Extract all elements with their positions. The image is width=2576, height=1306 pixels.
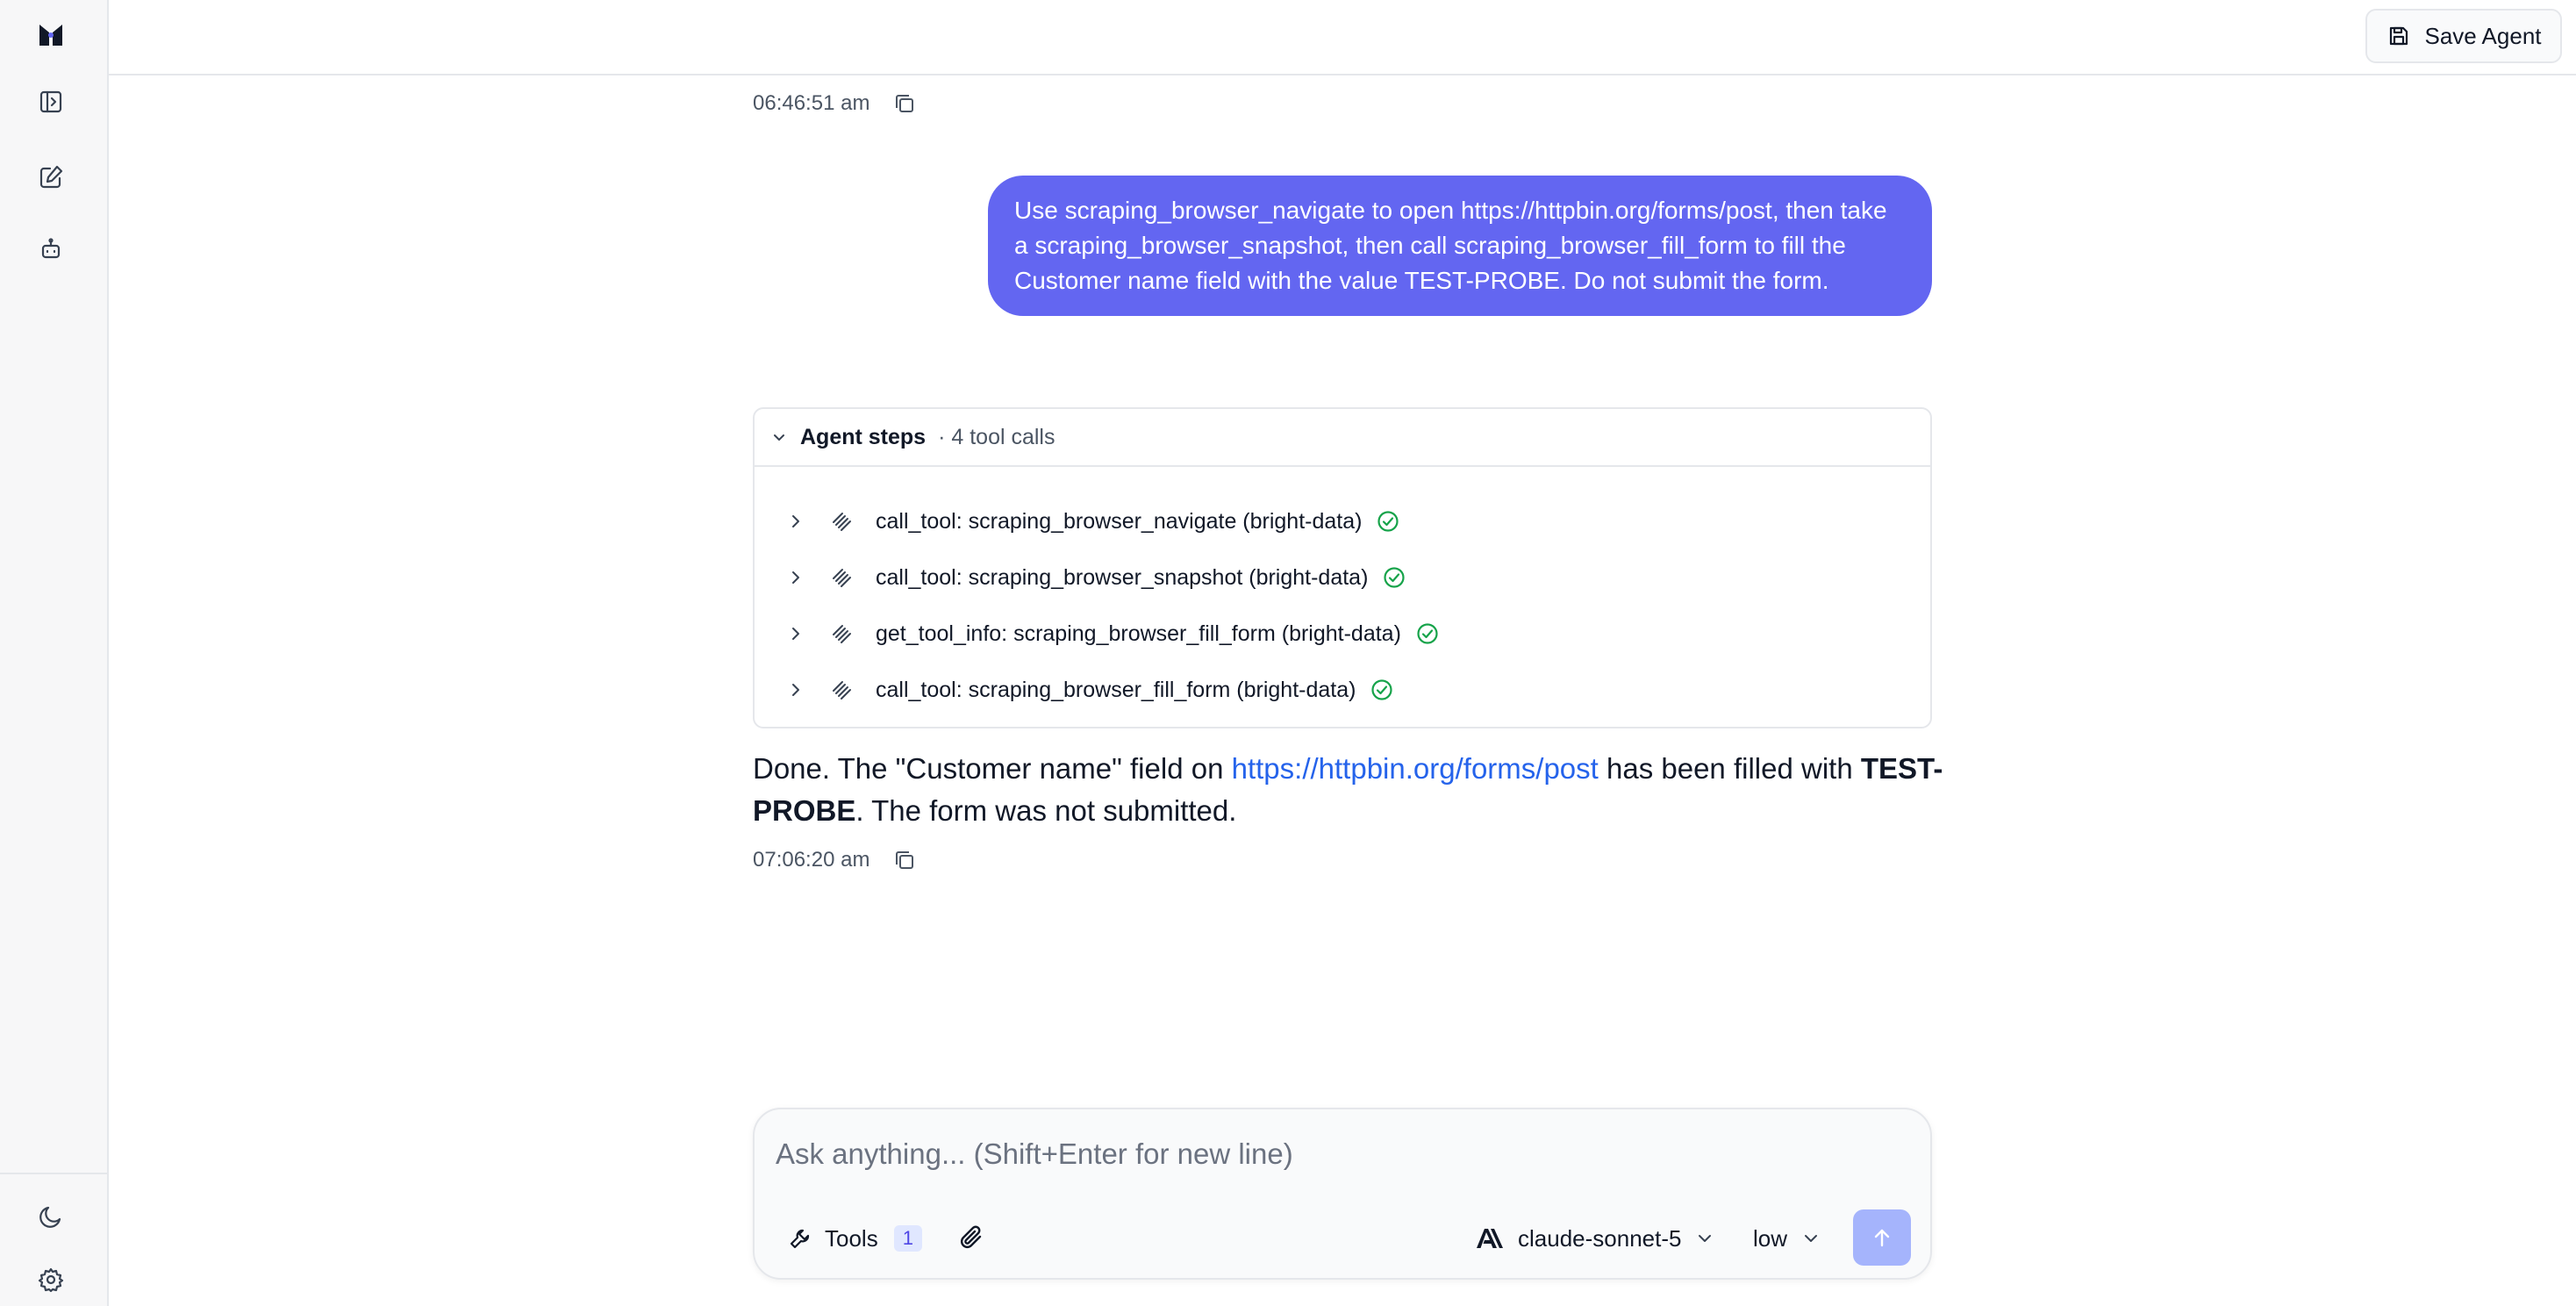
send-button[interactable] xyxy=(1853,1209,1911,1266)
tool-call-icon xyxy=(833,569,851,587)
effort-selector[interactable]: low xyxy=(1753,1216,1821,1260)
message-timestamp: 06:46:51 am xyxy=(753,91,917,116)
user-message-bubble: Use scraping_browser_navigate to open ht… xyxy=(988,176,1932,316)
reply-link[interactable]: https://httpbin.org/forms/post xyxy=(1232,752,1599,785)
sidebar-divider xyxy=(0,1173,109,1174)
check-circle-icon xyxy=(1371,679,1393,700)
app-logo-icon[interactable] xyxy=(30,14,72,56)
save-agent-button[interactable]: Save Agent xyxy=(2365,9,2562,63)
model-name: claude-sonnet-5 xyxy=(1518,1224,1682,1252)
sidebar xyxy=(0,0,109,1306)
copy-icon[interactable] xyxy=(892,848,917,872)
agent-step-item[interactable]: get_tool_info: scraping_browser_fill_for… xyxy=(786,613,1440,655)
agent-steps-count: · 4 tool calls xyxy=(938,424,1055,449)
check-circle-icon xyxy=(1377,511,1399,532)
agent-step-item[interactable]: call_tool: scraping_browser_navigate (br… xyxy=(786,500,1400,542)
agent-step-label: call_tool: scraping_browser_fill_form (b… xyxy=(876,677,1356,702)
reply-text-1: Done. The "Customer name" field on xyxy=(753,752,1232,785)
chevron-right-icon[interactable] xyxy=(786,512,805,531)
check-circle-icon xyxy=(1384,567,1406,588)
agent-step-label: call_tool: scraping_browser_snapshot (br… xyxy=(876,564,1369,590)
tools-count-badge: 1 xyxy=(893,1225,922,1252)
effort-level: low xyxy=(1753,1224,1788,1252)
anthropic-logo-icon xyxy=(1477,1229,1503,1248)
agent-step-label: call_tool: scraping_browser_navigate (br… xyxy=(876,508,1363,534)
paperclip-icon[interactable] xyxy=(956,1222,988,1253)
chevron-right-icon[interactable] xyxy=(786,624,805,643)
chevron-right-icon[interactable] xyxy=(786,680,805,700)
agent-step-label: get_tool_info: scraping_browser_fill_for… xyxy=(876,621,1401,646)
arrow-up-icon xyxy=(1874,1229,1890,1247)
agent-step-item[interactable]: call_tool: scraping_browser_snapshot (br… xyxy=(786,556,1406,599)
message-timestamp: 07:06:20 am xyxy=(753,848,917,872)
check-circle-icon xyxy=(1417,623,1438,644)
agents-bot-icon[interactable] xyxy=(30,228,72,270)
gear-icon[interactable] xyxy=(30,1259,72,1301)
chat-input[interactable] xyxy=(776,1132,1907,1176)
new-chat-icon[interactable] xyxy=(30,156,72,198)
assistant-reply: Done. The "Customer name" field on https… xyxy=(753,748,1981,832)
agent-steps-header[interactable]: Agent steps · 4 tool calls xyxy=(755,409,1930,467)
save-agent-label: Save Agent xyxy=(2424,22,2542,49)
chevron-down-icon xyxy=(1699,1235,1712,1242)
agent-steps-title: Agent steps xyxy=(800,424,927,449)
chevron-right-icon[interactable] xyxy=(786,568,805,587)
save-icon xyxy=(2389,26,2408,46)
moon-icon[interactable] xyxy=(30,1195,72,1238)
copy-icon[interactable] xyxy=(892,91,917,116)
timestamp-text: 07:06:20 am xyxy=(753,848,870,872)
tool-call-icon xyxy=(833,513,851,531)
top-bar: Save Agent xyxy=(109,0,2576,75)
toggle-sidebar-icon[interactable] xyxy=(30,81,72,123)
reply-text-2: has been filled with xyxy=(1598,752,1861,785)
tools-label: Tools xyxy=(825,1224,878,1252)
model-selector[interactable]: claude-sonnet-5 xyxy=(1476,1216,1714,1260)
chevron-down-icon[interactable] xyxy=(770,428,788,446)
agent-steps-panel: Agent steps · 4 tool calls call_tool: sc… xyxy=(753,407,1932,728)
wrench-icon xyxy=(790,1229,810,1249)
tool-call-icon xyxy=(833,625,851,643)
tool-call-icon xyxy=(833,681,851,700)
chevron-down-icon xyxy=(1805,1235,1818,1242)
agent-step-item[interactable]: call_tool: scraping_browser_fill_form (b… xyxy=(786,669,1394,711)
tools-button[interactable]: Tools 1 xyxy=(788,1216,922,1260)
timestamp-text: 06:46:51 am xyxy=(753,91,870,115)
chat-composer: Tools 1 claude-sonnet-5 low xyxy=(753,1108,1932,1280)
reply-text-3: . The form was not submitted. xyxy=(855,794,1237,827)
